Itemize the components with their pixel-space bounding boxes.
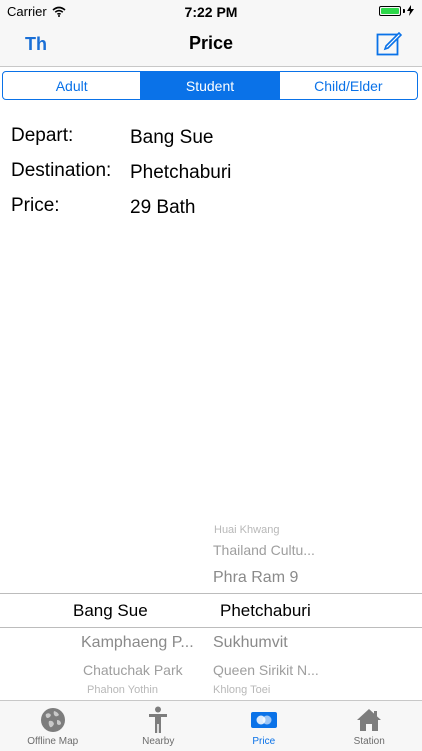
status-time: 7:22 PM bbox=[0, 4, 422, 20]
globe-icon bbox=[39, 707, 67, 733]
tab-offline-map-label: Offline Map bbox=[27, 736, 78, 747]
picker-right-item[interactable]: Phra Ram 9 bbox=[213, 569, 298, 587]
tab-station-label: Station bbox=[354, 736, 385, 747]
tab-offline-map[interactable]: Offline Map bbox=[0, 701, 106, 751]
tab-nearby-label: Nearby bbox=[142, 736, 174, 747]
price-label: Price: bbox=[11, 195, 60, 217]
picker-right-item[interactable]: Khlong Toei bbox=[213, 684, 270, 696]
tab-nearby[interactable]: Nearby bbox=[106, 701, 212, 751]
picker-right-selected[interactable]: Phetchaburi bbox=[220, 601, 311, 621]
picker-left-item[interactable]: Chatuchak Park bbox=[83, 662, 183, 678]
station-picker[interactable]: Bang Sue Kamphaeng P... Chatuchak Park P… bbox=[0, 510, 422, 700]
picker-selection-top-line bbox=[0, 593, 422, 594]
destination-label: Destination: bbox=[11, 160, 111, 182]
depart-value: Bang Sue bbox=[130, 127, 213, 149]
segment-child-elder[interactable]: Child/Elder bbox=[280, 72, 417, 99]
tab-price-label: Price bbox=[252, 736, 275, 747]
tab-station[interactable]: Station bbox=[317, 701, 422, 751]
charging-icon bbox=[407, 5, 414, 16]
card-icon bbox=[250, 707, 278, 733]
picker-left-item[interactable]: Kamphaeng P... bbox=[81, 634, 194, 652]
picker-right-item[interactable]: Queen Sirikit N... bbox=[213, 662, 319, 678]
person-icon bbox=[144, 707, 172, 733]
segment-adult[interactable]: Adult bbox=[3, 72, 141, 99]
price-value: 29 Bath bbox=[130, 197, 196, 219]
navigation-bar: Th Price bbox=[0, 22, 422, 67]
picker-selection-bottom-line bbox=[0, 627, 422, 628]
picker-right-item[interactable]: Sukhumvit bbox=[213, 634, 288, 652]
tab-price[interactable]: Price bbox=[211, 701, 317, 751]
status-right bbox=[379, 5, 414, 16]
page-title: Price bbox=[0, 33, 422, 54]
status-bar: Carrier 7:22 PM bbox=[0, 0, 422, 22]
picker-left-item[interactable]: Phahon Yothin bbox=[87, 684, 158, 696]
picker-right-item[interactable]: Thailand Cultu... bbox=[213, 542, 315, 558]
picker-right-item[interactable]: Huai Khwang bbox=[214, 524, 279, 536]
destination-value: Phetchaburi bbox=[130, 162, 231, 184]
passenger-type-segmented-control: Adult Student Child/Elder bbox=[2, 71, 418, 100]
house-icon bbox=[355, 707, 383, 733]
depart-label: Depart: bbox=[11, 125, 73, 147]
tab-bar: Offline Map Nearby Price Station bbox=[0, 700, 422, 751]
compose-icon[interactable] bbox=[376, 30, 402, 56]
segment-student[interactable]: Student bbox=[141, 72, 279, 99]
picker-left-selected[interactable]: Bang Sue bbox=[73, 601, 148, 621]
battery-icon bbox=[379, 6, 401, 16]
